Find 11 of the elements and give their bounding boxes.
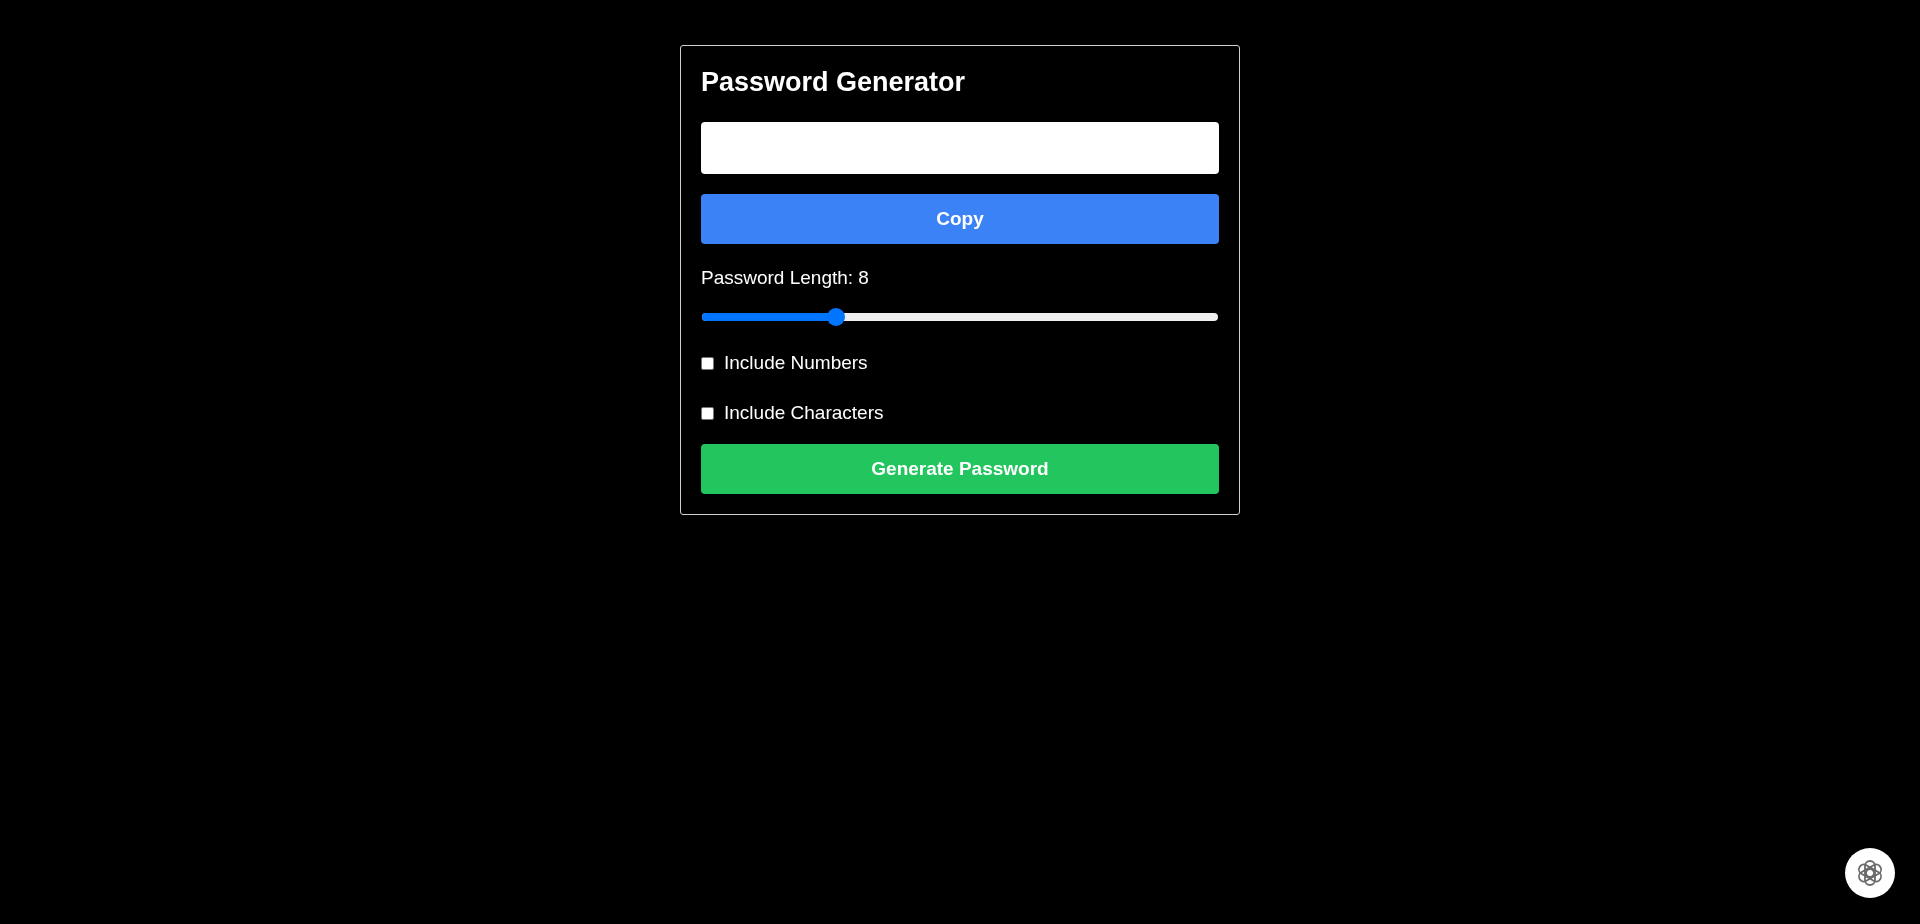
password-field[interactable]	[701, 122, 1219, 174]
length-slider[interactable]	[701, 308, 1219, 326]
length-label: Password Length: 8	[701, 266, 869, 290]
assistant-button[interactable]	[1845, 848, 1895, 898]
checkbox[interactable]	[701, 356, 714, 370]
option-label: Include Numbers	[724, 350, 868, 375]
app-title: Password Generator	[701, 66, 967, 98]
checkbox[interactable]	[701, 406, 714, 420]
copy-button[interactable]: Copy	[701, 194, 1219, 244]
generate-button[interactable]: Generate Password	[701, 444, 1219, 494]
option-label: Include Characters	[724, 400, 884, 425]
